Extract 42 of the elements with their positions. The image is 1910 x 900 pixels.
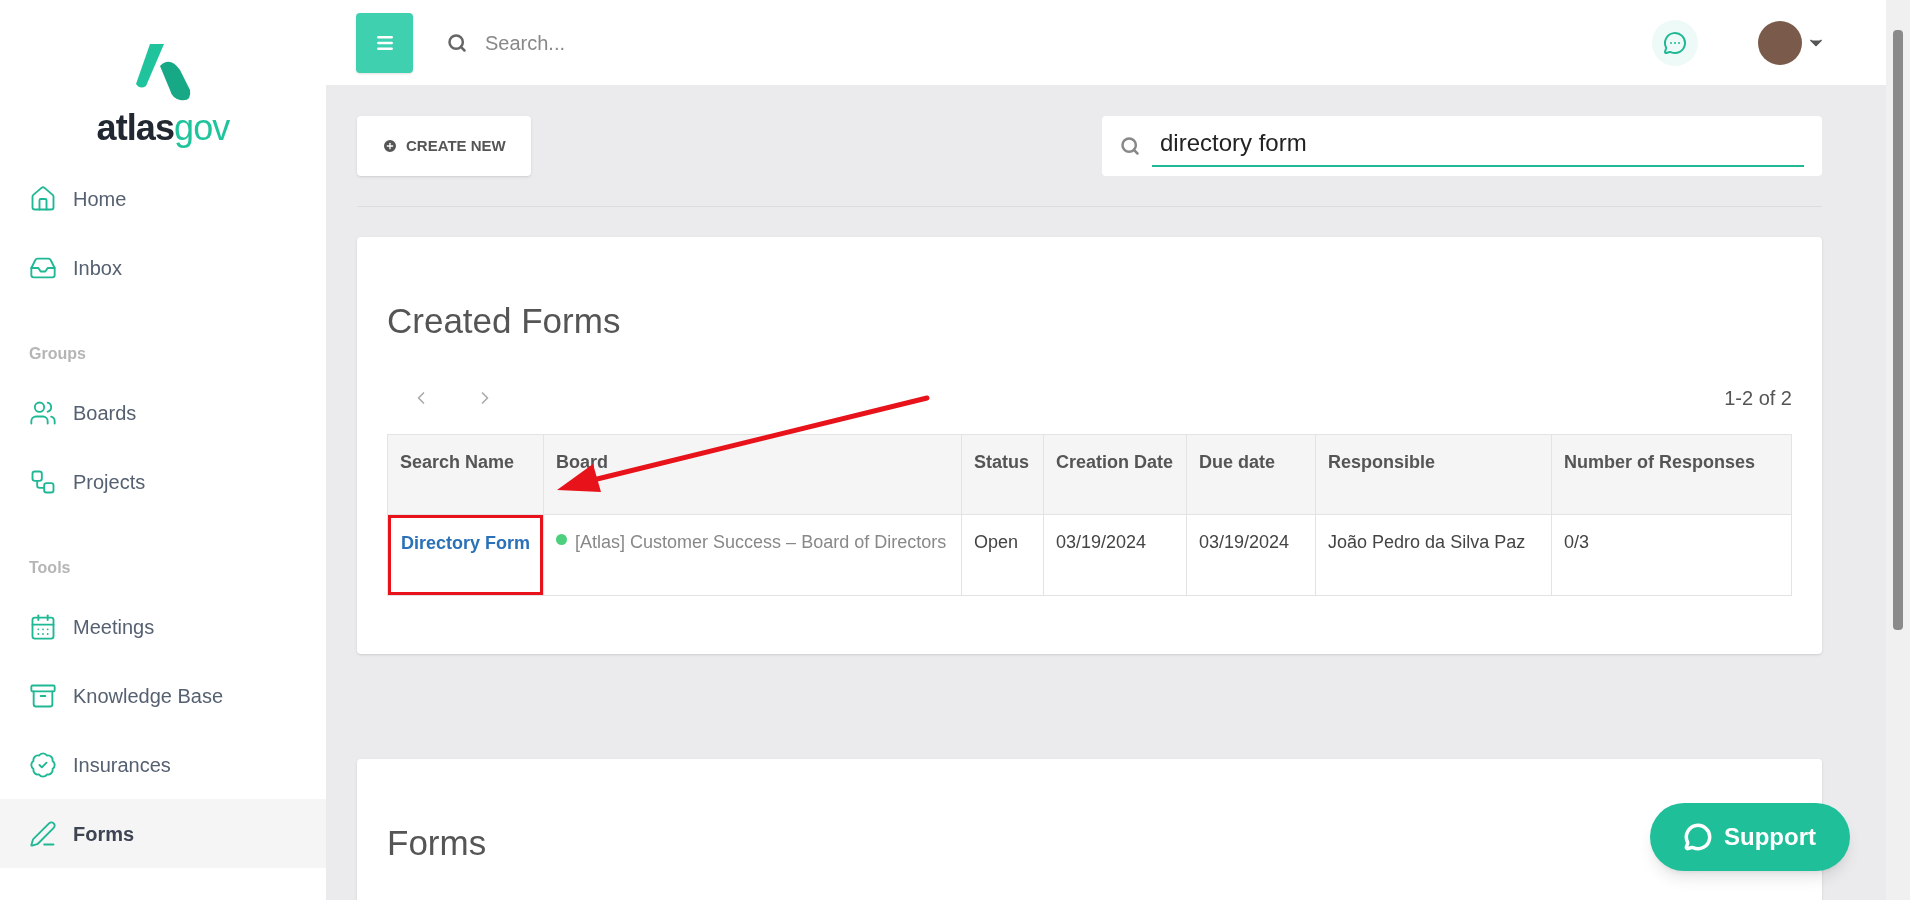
table-cell: Open <box>974 531 1019 552</box>
badge-icon <box>29 750 57 779</box>
search-field[interactable]: Search... <box>485 27 985 58</box>
sidebar-item[interactable]: Inbox <box>0 233 326 302</box>
table-cell: 0/3 <box>1564 531 1590 552</box>
sidebar-item[interactable]: Projects <box>0 447 326 516</box>
sidebar-item[interactable]: Meetings <box>0 592 326 661</box>
chat-icon <box>1663 30 1687 55</box>
chat-icon <box>1684 823 1712 851</box>
chat-button[interactable] <box>1652 19 1698 66</box>
column-header: Due date <box>1199 451 1276 472</box>
search-icon <box>447 32 467 53</box>
column-header: Creation Date <box>1056 451 1174 472</box>
card-title: Forms <box>387 821 487 864</box>
table-cell: João Pedro da Silva Paz <box>1328 531 1526 552</box>
sidebar-item[interactable]: Forms <box>0 799 326 868</box>
sidebar-item[interactable]: Knowledge Base <box>0 661 326 730</box>
calendar-icon <box>29 612 57 641</box>
section-heading: Groups <box>28 344 87 364</box>
search-icon <box>1120 136 1140 156</box>
filter-search-field[interactable]: directory form <box>1102 116 1822 176</box>
logo-wordmark: atlasgov <box>96 110 230 146</box>
sidebar-item[interactable]: Home <box>0 164 326 233</box>
create-new-button[interactable]: CREATE NEW <box>357 116 531 176</box>
sidebar-item[interactable]: Boards <box>0 378 326 447</box>
pen-icon <box>29 819 57 848</box>
section-heading: Tools <box>28 558 72 578</box>
column-header: Board <box>556 451 609 472</box>
board-name: [Atlas] Customer Success – Board of Directors <box>575 530 947 554</box>
page-range: 1-2 of 2 <box>1724 385 1792 411</box>
avatar[interactable] <box>1758 20 1802 65</box>
plus-icon <box>382 138 398 154</box>
column-header: Search Name <box>400 451 515 472</box>
sidebar-item[interactable]: Insurances <box>0 730 326 799</box>
column-header: Status <box>974 451 1030 472</box>
menu-button[interactable] <box>356 12 413 73</box>
home-icon <box>29 184 57 213</box>
column-header: Responsible <box>1328 451 1436 472</box>
column-header: Number of Responses <box>1564 451 1756 472</box>
table-cell: 03/19/2024 <box>1199 531 1290 552</box>
card-title: Created Forms <box>387 300 622 342</box>
table-cell: 03/19/2024 <box>1056 531 1147 552</box>
